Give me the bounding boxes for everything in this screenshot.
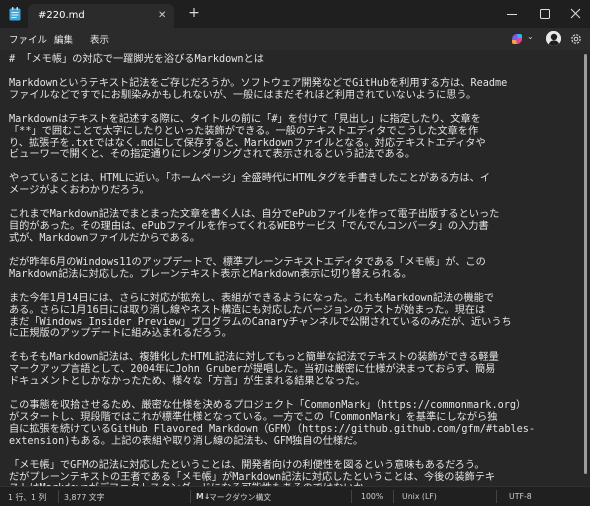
- menu-view[interactable]: 表示: [90, 32, 109, 46]
- status-divider: [393, 490, 394, 503]
- paragraph: この事態を収拾させるため、厳密な仕様を決めるプロジェクト「CommonMark」…: [9, 400, 574, 448]
- text-line: 「**」で囲むことで太字にしたりといった装飾ができる。一般のテキストエディタでこ…: [9, 125, 479, 137]
- text-line: 目的があった。その理由は、ePubファイルを作ってくれるWEBサービス「でんでん…: [9, 221, 489, 233]
- paragraph: これまでMarkdown記法でまとまった文章を書く人は、自分でePubファイルを…: [9, 209, 574, 245]
- document-tab[interactable]: #220.md ✕: [28, 4, 174, 28]
- tab-close-icon[interactable]: ✕: [158, 10, 166, 22]
- text-line: また今年1月14日には、さらに対応が拡充し、表組ができるようになった。これもMa…: [9, 292, 494, 304]
- gear-icon[interactable]: [569, 32, 583, 46]
- paragraph: 「メモ帳」でGFMの記法に対応したということは、開発者向けの利便性を図るという意…: [9, 460, 574, 486]
- character-count: 3,877 文字: [64, 493, 105, 502]
- document-content[interactable]: # 「メモ帳」の対応で一躍脚光を浴びるMarkdownとは Markdownという…: [9, 54, 574, 486]
- text-line: ファイルなどですでにお馴染みかもしれないが、一般にはまだそれほど利用されていない…: [9, 89, 477, 101]
- avatar-image: [546, 31, 561, 46]
- status-divider: [496, 490, 497, 503]
- text-line: そもそもMarkdown記法は、複雑化したHTML記法に対してもっと簡単な記法で…: [9, 352, 499, 364]
- status-divider: [58, 490, 59, 503]
- paragraph: また今年1月14日には、さらに対応が拡充し、表組ができるようになった。これもMa…: [9, 293, 574, 341]
- text-line: 「メモ帳」でGFMの記法に対応したということは、開発者向けの利便性を図るという意…: [9, 459, 485, 471]
- text-line: だがプレーンテキストの王者である「メモ帳」がMarkdown記法に対応したという…: [9, 471, 496, 483]
- text-line: り、拡張子を.txtではなく.mdにして保存すると、Markdownファイルとな…: [9, 137, 486, 149]
- text-line: やっていることは、HTMLに近い。「ホームページ」全盛時代にHTMLタグを手書き…: [9, 173, 491, 185]
- tab-title: #220.md: [38, 10, 85, 21]
- text-line: この事態を収拾させるため、厳密な仕様を決めるプロジェクト「CommonMark」…: [9, 400, 527, 412]
- text-line: ドキュメントとしかなかったため、様々な「方言」が生まれる結果となった。: [9, 376, 366, 388]
- zoom-level[interactable]: 100%: [361, 492, 383, 501]
- text-line: 自に拡張を続けているGitHub Flavored Markdown（GFM）（…: [9, 423, 536, 435]
- new-tab-button[interactable]: +: [186, 5, 202, 21]
- text-line: Markdownというテキスト記法をご存じだろうか。ソフトウェア開発などでGit…: [9, 77, 508, 89]
- paragraph: だが昨年6月のWindows11のアップデートで、標準プレーンテキストエディタで…: [9, 257, 574, 281]
- text-line: マークアップ言語として、2004年にJohn Gruberが提唱した。当初は厳密…: [9, 364, 496, 376]
- paragraph: やっていることは、HTMLに近い。「ホームページ」全盛時代にHTMLタグを手書き…: [9, 173, 574, 197]
- copilot-icon[interactable]: [510, 32, 524, 46]
- paragraph: Markdownはテキストを記述する際に、タイトルの前に「#」を付けて「見出し」…: [9, 114, 574, 162]
- text-line: がスタートし、現段階ではこれが標準仕様となっている。一方でこの「CommonMa…: [9, 411, 498, 423]
- text-line: に正規版のアップデートに組み込まれるだろう。: [9, 328, 232, 340]
- markdown-heading: # 「メモ帳」の対応で一躍脚光を浴びるMarkdownとは: [9, 54, 574, 66]
- menu-file[interactable]: ファイル: [9, 32, 47, 46]
- text-line: これまでMarkdown記法でまとまった文章を書く人は、自分でePubファイルを…: [9, 209, 500, 221]
- title-bar: #220.md ✕ +: [0, 0, 590, 28]
- text-line: ビューワーで開くと、その指定通りにレンダリングされて表示されるという記法である。: [9, 149, 416, 161]
- text-line: まだ「Windows Insider Preview」プログラムのCanaryチ…: [9, 316, 512, 328]
- cursor-position: 1 行、1 列: [8, 493, 47, 502]
- minimize-icon[interactable]: [494, 0, 530, 28]
- text-line: Markdown記法に対応した。プレーンテキスト表示とMarkdown表示に切り…: [9, 268, 412, 280]
- text-line: メージがよくおわかりだろう。: [9, 185, 150, 197]
- syntax-mode[interactable]: マークダウン構文: [209, 492, 271, 503]
- menu-edit[interactable]: 編集: [54, 32, 73, 46]
- paragraph: Markdownというテキスト記法をご存じだろうか。ソフトウェア開発などでGit…: [9, 78, 574, 102]
- status-divider: [190, 490, 191, 503]
- paragraph: そもそもMarkdown記法は、複雑化したHTML記法に対してもっと簡単な記法で…: [9, 352, 574, 388]
- text-line: Markdownはテキストを記述する際に、タイトルの前に「#」を付けて「見出し」…: [9, 113, 481, 125]
- line-ending[interactable]: Unix (LF): [402, 492, 437, 501]
- status-divider: [351, 490, 352, 503]
- encoding[interactable]: UTF-8: [509, 492, 532, 501]
- chevron-down-icon[interactable]: ⌄: [527, 32, 534, 41]
- close-icon[interactable]: [558, 0, 590, 28]
- notepad-app-icon: [9, 7, 21, 21]
- text-line: 式が、Markdownファイルだからである。: [9, 232, 201, 244]
- text-editor[interactable]: # 「メモ帳」の対応で一躍脚光を浴びるMarkdownとは Markdownという…: [0, 50, 590, 486]
- text-line: extension)もある。上記の表組や取り消し線の記法も、GFM独自の仕様だ。: [9, 435, 364, 447]
- text-line: ある。さらに1月16日には取り消し線やネスト構造にも対応したバージョンのテストが…: [9, 304, 486, 316]
- vertical-scrollbar[interactable]: [584, 54, 587, 474]
- text-line: # 「メモ帳」の対応で一躍脚光を浴びるMarkdownとは: [9, 54, 264, 65]
- user-avatar[interactable]: [546, 31, 561, 46]
- menu-bar: ファイル 編集 表示 ⌄: [0, 28, 590, 50]
- text-line: だが昨年6月のWindows11のアップデートで、標準プレーンテキストエディタで…: [9, 256, 486, 268]
- status-bar: 1 行、1 列 3,877 文字 M↓ マークダウン構文 100% Unix (…: [0, 486, 590, 506]
